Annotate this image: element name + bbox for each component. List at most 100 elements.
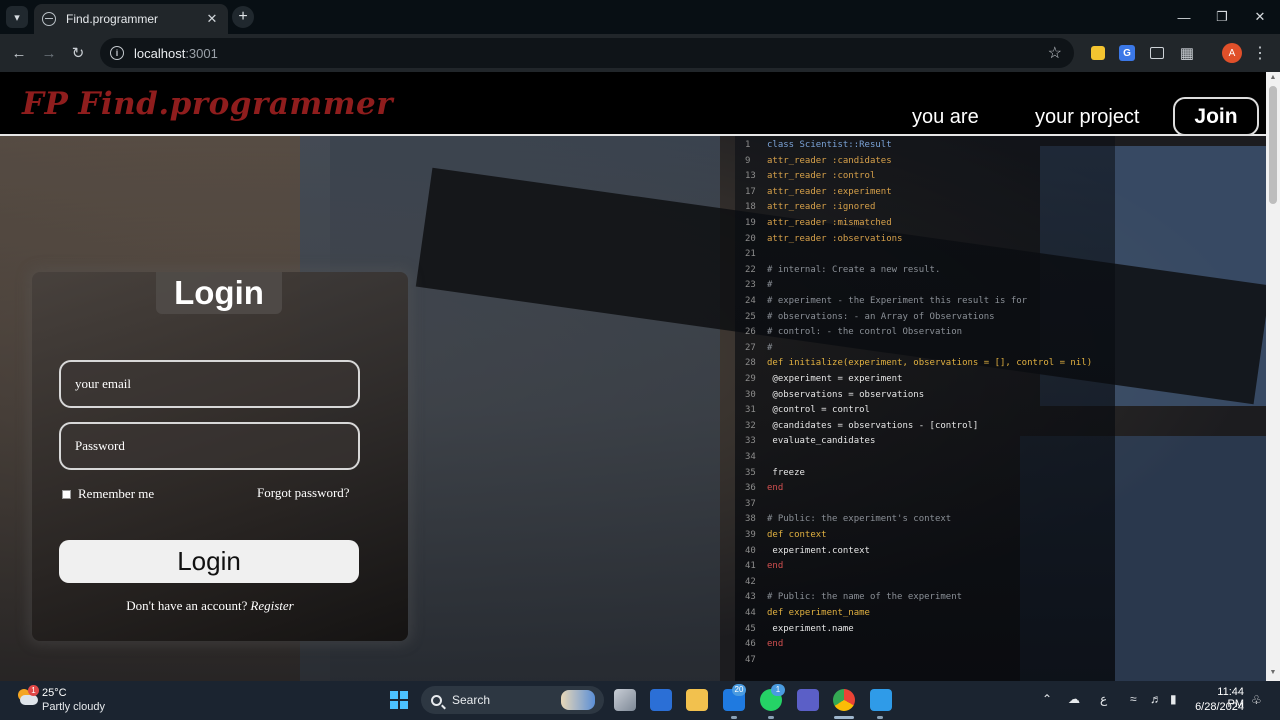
code-line-number: 1 xyxy=(745,140,751,150)
page-viewport: FP Find.programmer you are your project J… xyxy=(0,72,1266,681)
profile-avatar[interactable]: A xyxy=(1222,43,1242,63)
clock-date[interactable]: 6/28/2024 xyxy=(1186,701,1244,713)
code-line: 13 attr_reader :control xyxy=(745,171,875,181)
code-line-number: 29 xyxy=(745,374,756,384)
join-button[interactable]: Join xyxy=(1173,97,1259,136)
task-view-icon[interactable] xyxy=(614,689,636,711)
keep-extension-icon[interactable] xyxy=(1091,46,1105,60)
code-line: 41 end xyxy=(745,561,783,571)
code-line-number: 33 xyxy=(745,436,756,447)
weather-description[interactable]: Partly cloudy xyxy=(42,701,105,713)
code-line: 39 def context xyxy=(745,530,827,540)
remember-me[interactable]: Remember me xyxy=(62,486,154,502)
code-line: 38 # Public: the experiment's context xyxy=(745,514,951,524)
extensions-puzzle-icon[interactable]: ▦ xyxy=(1177,43,1197,63)
taskbar-search[interactable]: Search xyxy=(421,686,604,714)
onedrive-cloud-icon[interactable]: ☁ xyxy=(1068,692,1080,706)
code-line-number: 34 xyxy=(745,452,756,462)
page-scrollbar[interactable]: ▲ ▼ xyxy=(1266,72,1280,681)
code-line: 46 end xyxy=(745,639,783,649)
code-line-number: 27 xyxy=(745,342,756,353)
bookmark-star-icon[interactable]: ☆ xyxy=(1048,43,1062,63)
code-line: 43 # Public: the name of the experiment xyxy=(745,592,962,602)
login-button[interactable]: Login xyxy=(59,540,359,583)
tab-title: Find.programmer xyxy=(66,12,159,26)
code-line: 24 # experiment - the Experiment this res… xyxy=(745,296,1027,306)
notification-bell-icon[interactable]: ♧ xyxy=(1251,693,1262,707)
tab-close-icon[interactable]: ✕ xyxy=(204,11,220,27)
forward-arrow-icon[interactable]: → xyxy=(38,42,60,64)
reading-mode-icon[interactable] xyxy=(1150,47,1164,59)
file-explorer-icon[interactable] xyxy=(686,689,708,711)
logo-mark: FP xyxy=(22,86,69,122)
weather-temperature[interactable]: 25°C xyxy=(42,687,67,699)
scroll-thumb[interactable] xyxy=(1269,86,1277,204)
code-line-number: 31 xyxy=(745,405,756,416)
code-line-number: 35 xyxy=(745,467,756,478)
taskbar-search-label: Search xyxy=(452,693,491,707)
code-line: 1 class Scientist::Result xyxy=(745,140,892,150)
close-window-icon[interactable]: ✕ xyxy=(1246,6,1274,28)
login-card: Login your email Password Remember me Fo… xyxy=(32,272,408,641)
translate-extension-icon[interactable]: G xyxy=(1119,45,1135,61)
nav-link-you-are[interactable]: you are xyxy=(912,106,979,129)
chrome-icon[interactable] xyxy=(833,689,855,711)
forgot-password-link[interactable]: Forgot password? xyxy=(257,485,350,501)
code-line: 17 attr_reader :experiment xyxy=(745,187,892,197)
code-line-number: 18 xyxy=(745,202,756,213)
code-line-text: evaluate_candidates xyxy=(767,436,876,447)
nav-link-your-project[interactable]: your project xyxy=(1035,106,1140,129)
reload-icon[interactable]: ↻ xyxy=(67,42,89,64)
app-indicator xyxy=(768,716,774,719)
weather-badge: 1 xyxy=(28,685,39,696)
vscode-icon[interactable] xyxy=(870,689,892,711)
code-line: 45 experiment.name xyxy=(745,624,854,634)
no-account-text: Don't have an account? xyxy=(126,598,248,613)
scroll-up-icon[interactable]: ▲ xyxy=(1269,74,1277,82)
code-line: 31 @control = control xyxy=(745,405,870,415)
minimize-icon[interactable]: — xyxy=(1170,6,1198,28)
code-line-number: 25 xyxy=(745,311,756,322)
register-link[interactable]: Register xyxy=(250,598,293,613)
tray-chevron-up-icon[interactable]: ⌃ xyxy=(1042,692,1052,706)
scroll-down-icon[interactable]: ▼ xyxy=(1269,669,1277,677)
code-line: 32 @candidates = observations - [control… xyxy=(745,421,978,431)
search-icon xyxy=(431,694,442,706)
code-line-text: # Public: the experiment's context xyxy=(767,514,952,525)
url-port: :3001 xyxy=(185,45,218,61)
code-line: 22 # internal: Create a new result. xyxy=(745,265,940,275)
teams-icon[interactable] xyxy=(797,689,819,711)
new-tab-plus-icon[interactable]: + xyxy=(232,6,254,28)
wifi-icon[interactable]: ≈ xyxy=(1130,692,1137,706)
browser-toolbar: ← → ↻ i localhost:3001 ☆ G ▦ A ⋮ xyxy=(0,34,1280,72)
code-line-text: def context xyxy=(767,530,827,540)
browser-tab[interactable]: Find.programmer ✕ xyxy=(34,4,228,34)
code-line-number: 17 xyxy=(745,186,756,197)
remember-checkbox[interactable] xyxy=(62,489,71,499)
address-bar[interactable]: i localhost:3001 ☆ xyxy=(100,38,1074,68)
restore-icon[interactable]: ❐ xyxy=(1208,6,1236,28)
windows-start-icon[interactable] xyxy=(390,691,408,709)
code-line-text: experiment.context xyxy=(767,545,870,556)
battery-icon[interactable]: ▮ xyxy=(1170,692,1177,706)
code-line: 44 def experiment_name xyxy=(745,608,870,618)
code-line-text: end xyxy=(767,483,784,494)
code-line-text: # control: - the control Observation xyxy=(767,327,963,338)
code-line-text: attr_reader :observations xyxy=(767,233,903,244)
code-line-text: end xyxy=(767,639,784,650)
code-line-number: 30 xyxy=(745,389,756,400)
back-arrow-icon[interactable]: ← xyxy=(8,42,30,64)
code-line: 47 xyxy=(745,655,767,665)
code-line: 20 attr_reader :observations xyxy=(745,234,902,244)
email-field[interactable]: your email xyxy=(59,360,360,408)
input-language[interactable]: ع xyxy=(1100,692,1107,706)
microsoft-store-icon[interactable] xyxy=(650,689,672,711)
password-field[interactable]: Password xyxy=(59,422,360,470)
code-line: 9 attr_reader :candidates xyxy=(745,156,892,166)
site-info-icon[interactable]: i xyxy=(110,46,124,60)
volume-icon[interactable]: ♬ xyxy=(1150,692,1162,706)
site-logo[interactable]: FP Find.programmer xyxy=(22,86,393,122)
browser-menu-icon[interactable]: ⋮ xyxy=(1252,43,1268,63)
code-line-text: @candidates = observations - [control] xyxy=(767,420,979,431)
tab-search-chevron-icon[interactable]: ▾ xyxy=(6,6,28,28)
